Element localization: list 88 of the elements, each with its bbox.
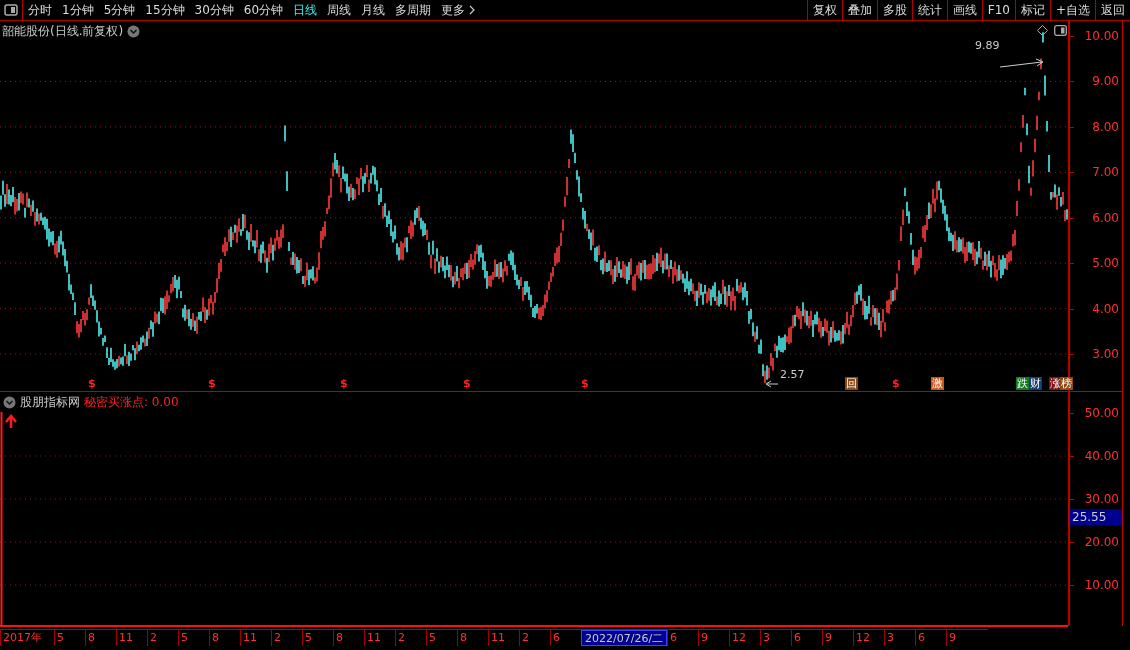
axis-label: 8.00 <box>1092 118 1119 135</box>
date-tick: 12 <box>729 630 761 646</box>
period-tab[interactable]: 更多 <box>436 0 481 20</box>
date-tick: 9 <box>822 630 854 646</box>
axis-label: 3.00 <box>1092 346 1119 362</box>
period-tab[interactable]: 多周期 <box>390 0 437 20</box>
date-tick: 11 <box>364 630 395 646</box>
diamond-icon[interactable] <box>1037 25 1048 36</box>
toolbar-button[interactable]: F10 <box>981 0 1015 20</box>
dropdown-icon[interactable] <box>3 396 16 409</box>
date-tick: 2 <box>271 630 302 646</box>
chevron-icon <box>469 5 476 15</box>
up-arrow-icon <box>4 414 18 430</box>
date-tick: 11 <box>488 630 519 646</box>
signal-badge: 榜 <box>1060 377 1073 390</box>
candlestick-drawing <box>384 202 432 270</box>
indicator-value: 秘密买涨点: 0.00 <box>84 394 179 411</box>
high-arrow-icon <box>999 58 1044 68</box>
date-tick: 3 <box>884 630 916 646</box>
date-tick: 3 <box>760 630 792 646</box>
toolbar-button[interactable]: 标记 <box>1014 0 1050 20</box>
date-tick: 8 <box>85 630 116 646</box>
axis-label: 40.00 <box>1084 448 1119 464</box>
date-tick: 11 <box>240 630 271 646</box>
signal-badge: 跌 <box>1016 377 1029 390</box>
date-tick: 2 <box>519 630 550 646</box>
dollar-signal: $ <box>892 377 900 390</box>
period-tab[interactable]: 5分钟 <box>98 0 141 20</box>
date-tick: 6 <box>915 630 947 646</box>
date-tick: 8 <box>333 630 364 646</box>
axis-label: 50.00 <box>1084 405 1119 421</box>
toolbar-button[interactable]: 统计 <box>911 0 947 20</box>
date-tick: 8 <box>209 630 240 646</box>
toolbar-button[interactable]: 复权 <box>806 0 842 20</box>
toolbar-button[interactable]: 多股 <box>876 0 912 20</box>
dropdown-icon[interactable] <box>127 25 141 38</box>
dollar-signal: $ <box>208 377 216 390</box>
axis-label: 20.00 <box>1084 534 1119 550</box>
date-tick: 9 <box>946 630 978 646</box>
date-tick: 2 <box>147 630 178 646</box>
date-tick: 5 <box>426 630 457 646</box>
period-tab[interactable]: 日线 <box>288 0 323 20</box>
indicator-name: 股朋指标网 <box>20 394 80 411</box>
toolbar-button[interactable]: 返回 <box>1095 0 1130 20</box>
date-tick: 6 <box>791 630 823 646</box>
period-tab[interactable]: 分时 <box>23 0 57 20</box>
period-tab[interactable]: 30分钟 <box>189 0 239 20</box>
period-tab[interactable]: 60分钟 <box>238 0 289 20</box>
high-price-label: 9.89 <box>975 39 1000 52</box>
dollar-signal: $ <box>463 377 471 390</box>
signal-badge: 激 <box>931 377 944 390</box>
period-tab[interactable]: 周线 <box>322 0 357 20</box>
panel-toggle-icon[interactable] <box>1054 25 1067 36</box>
axis-label: 7.00 <box>1092 164 1119 181</box>
axis-label: 6.00 <box>1092 209 1119 226</box>
date-tick: 2017年 <box>0 630 54 646</box>
period-tab[interactable]: 15分钟 <box>140 0 190 20</box>
dollar-signal: $ <box>581 377 589 390</box>
date-tick: 5 <box>178 630 209 646</box>
chart-title: 韶能股份(日线.前复权) <box>2 23 124 40</box>
date-tick: 2022/07/26/二 <box>581 630 668 646</box>
signal-badge: 财 <box>1029 377 1042 390</box>
date-tick: 6 <box>667 630 699 646</box>
axis-label: 5.00 <box>1092 255 1119 272</box>
axis-label: 30.00 <box>1084 491 1119 507</box>
date-tick: 8 <box>457 630 488 646</box>
axis-label: 10.00 <box>1084 28 1119 44</box>
current-value-label: 25.55 <box>1070 509 1122 525</box>
axis-label: 9.00 <box>1092 73 1119 90</box>
axis-label: 10.00 <box>1084 577 1119 593</box>
panel-toggle-icon[interactable] <box>4 4 18 16</box>
date-tick: 5 <box>54 630 85 646</box>
low-price-label: 2.57 <box>780 368 805 381</box>
date-tick: 11 <box>116 630 147 646</box>
dollar-signal: $ <box>88 377 96 390</box>
period-tab[interactable]: 1分钟 <box>57 0 99 20</box>
date-tick: 9 <box>698 630 730 646</box>
signal-badge: 回 <box>845 377 858 390</box>
candlestick-drawing <box>432 239 480 290</box>
toolbar-button[interactable]: 画线 <box>946 0 982 20</box>
date-tick: 2 <box>395 630 426 646</box>
dollar-signal: $ <box>340 377 348 390</box>
axis-label: 4.00 <box>1092 300 1119 317</box>
date-tick: 5 <box>302 630 333 646</box>
toolbar-button[interactable]: 叠加 <box>841 0 877 20</box>
toolbar-button[interactable]: +自选 <box>1049 0 1095 20</box>
period-tab[interactable]: 月线 <box>356 0 391 20</box>
date-tick: 12 <box>853 630 885 646</box>
